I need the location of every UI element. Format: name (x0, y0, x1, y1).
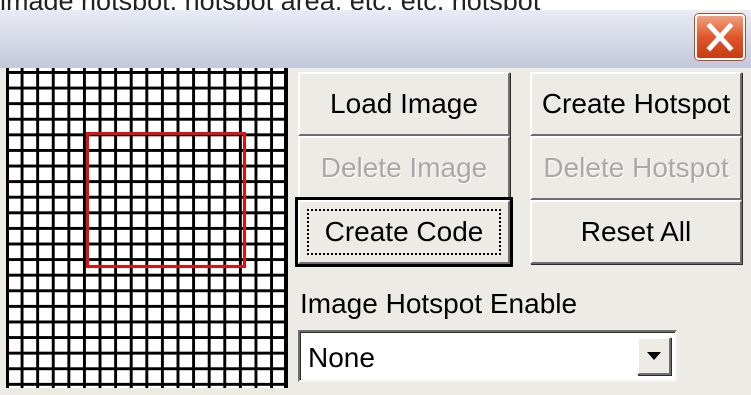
title-bar[interactable] (0, 10, 751, 68)
load-image-label: Load Image (330, 88, 478, 119)
create-code-label: Create Code (324, 216, 484, 247)
delete-image-button[interactable]: Delete Image (298, 136, 510, 200)
create-code-button[interactable]: Create Code (295, 197, 513, 267)
reset-all-button[interactable]: Reset All (530, 200, 742, 264)
hotspot-enable-select[interactable]: None (298, 330, 677, 382)
delete-image-label: Delete Image (320, 152, 488, 183)
dropdown-arrow-button[interactable] (637, 337, 671, 375)
delete-hotspot-label: Delete Hotspot (543, 152, 729, 183)
hotspot-rectangle[interactable] (86, 132, 246, 268)
load-image-button[interactable]: Load Image (298, 72, 510, 136)
hotspot-enable-value: None (308, 342, 375, 373)
hotspot-enable-label: Image Hotspot Enable (300, 288, 578, 319)
close-x-icon (706, 22, 734, 52)
delete-hotspot-button[interactable]: Delete Hotspot (530, 136, 742, 200)
reset-all-label: Reset All (580, 216, 692, 247)
close-button[interactable] (695, 14, 745, 60)
create-hotspot-label: Create Hotspot (541, 88, 731, 119)
create-hotspot-button[interactable]: Create Hotspot (530, 72, 742, 136)
chevron-down-icon (647, 352, 661, 360)
